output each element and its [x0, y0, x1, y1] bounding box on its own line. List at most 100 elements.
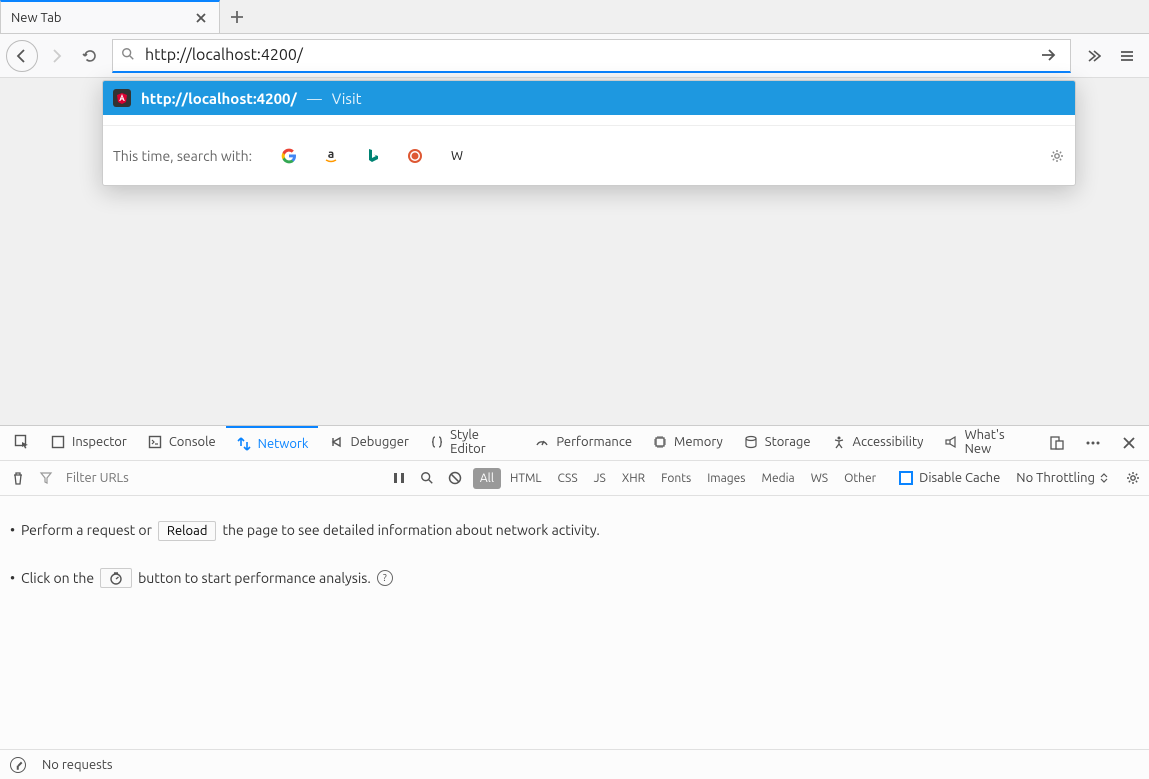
- type-filter-media[interactable]: Media: [755, 468, 802, 489]
- back-button[interactable]: [6, 40, 38, 72]
- svg-text:a: a: [328, 148, 335, 161]
- search-engines-row: This time, search with: a W: [103, 125, 1075, 185]
- tab-label: Inspector: [72, 435, 127, 449]
- type-filter-fonts[interactable]: Fonts: [654, 468, 698, 489]
- accessibility-icon: [831, 434, 847, 450]
- network-settings-button[interactable]: [1123, 468, 1143, 488]
- empty-text-2b: button to start performance analysis.: [138, 562, 371, 596]
- type-filter-other[interactable]: Other: [837, 468, 883, 489]
- filter-icon: [38, 470, 54, 486]
- tab-title: New Tab: [11, 11, 193, 25]
- requests-count: No requests: [42, 758, 113, 772]
- inspector-icon: [50, 434, 66, 450]
- performance-icon: [534, 434, 550, 450]
- sort-icon: [1099, 473, 1109, 483]
- type-filter-all[interactable]: All: [473, 468, 501, 489]
- whats-new-icon: [943, 434, 958, 450]
- url-input[interactable]: [145, 46, 1034, 64]
- devtools-tab-bar: Inspector Console Network Debugger Style…: [0, 426, 1149, 461]
- throttling-label: No Throttling: [1016, 471, 1095, 485]
- help-icon[interactable]: ?: [377, 570, 393, 586]
- tab-accessibility[interactable]: Accessibility: [821, 426, 934, 461]
- stopwatch-icon[interactable]: [10, 757, 26, 773]
- devtools-more-button[interactable]: [1077, 427, 1109, 459]
- devtools-close-button[interactable]: [1113, 427, 1145, 459]
- close-tab-button[interactable]: [193, 10, 209, 26]
- url-bar[interactable]: [112, 39, 1071, 73]
- checkbox-icon: [899, 471, 913, 485]
- tab-label: Console: [169, 435, 216, 449]
- new-tab-button[interactable]: [220, 0, 254, 33]
- type-filter-js[interactable]: JS: [587, 468, 613, 489]
- url-suggestion-item[interactable]: http://localhost:4200/ — Visit: [103, 81, 1075, 115]
- type-filter-images[interactable]: Images: [700, 468, 752, 489]
- tab-label: Performance: [556, 435, 632, 449]
- bing-icon[interactable]: [364, 147, 382, 165]
- suggestion-action: Visit: [332, 90, 362, 107]
- devtools-panel: Inspector Console Network Debugger Style…: [0, 425, 1149, 779]
- tab-label: Storage: [765, 435, 811, 449]
- suggestion-url: http://localhost:4200/: [141, 90, 297, 107]
- tab-memory[interactable]: Memory: [642, 426, 733, 461]
- search-settings-button[interactable]: [1049, 148, 1065, 164]
- disable-cache-toggle[interactable]: Disable Cache: [899, 471, 1000, 485]
- tab-network[interactable]: Network: [226, 426, 319, 461]
- tab-console[interactable]: Console: [137, 426, 226, 461]
- network-icon: [236, 436, 252, 452]
- network-filter-bar: AllHTMLCSSJSXHRFontsImagesMediaWSOther D…: [0, 461, 1149, 496]
- navigation-toolbar: [0, 34, 1149, 78]
- google-icon[interactable]: [280, 147, 298, 165]
- filter-urls-input[interactable]: [62, 467, 342, 489]
- url-suggestions-dropdown: http://localhost:4200/ — Visit This time…: [102, 80, 1076, 186]
- clear-button[interactable]: [6, 466, 30, 490]
- overflow-button[interactable]: [1077, 40, 1109, 72]
- tab-debugger[interactable]: Debugger: [318, 426, 418, 461]
- disable-cache-label: Disable Cache: [919, 471, 1000, 485]
- tab-label: Style Editor: [450, 428, 514, 456]
- tab-whats-new[interactable]: What's New: [933, 426, 1041, 461]
- go-button[interactable]: [1034, 41, 1062, 69]
- type-filter-ws[interactable]: WS: [804, 468, 835, 489]
- type-filter-xhr[interactable]: XHR: [615, 468, 652, 489]
- memory-icon: [652, 434, 668, 450]
- type-filter-group: AllHTMLCSSJSXHRFontsImagesMediaWSOther: [473, 468, 883, 489]
- tab-label: Network: [258, 437, 309, 451]
- performance-analysis-button[interactable]: [100, 568, 132, 588]
- empty-text-1a: Perform a request or: [21, 514, 152, 548]
- tab-label: Memory: [674, 435, 723, 449]
- tab-style-editor[interactable]: Style Editor: [419, 426, 525, 461]
- network-status-bar: No requests: [0, 749, 1149, 779]
- search-button[interactable]: [417, 468, 437, 488]
- type-filter-html[interactable]: HTML: [503, 468, 549, 489]
- menu-button[interactable]: [1111, 40, 1143, 72]
- duckduckgo-icon[interactable]: [406, 147, 424, 165]
- empty-text-1b: the page to see detailed information abo…: [222, 514, 599, 548]
- reload-button[interactable]: [74, 40, 106, 72]
- reload-inline-button[interactable]: Reload: [158, 521, 217, 541]
- inspect-element-icon: [14, 434, 30, 450]
- suggestion-dash: —: [307, 90, 322, 107]
- bullet-icon: •: [10, 514, 15, 548]
- wikipedia-icon[interactable]: W: [448, 147, 466, 165]
- browser-tab[interactable]: New Tab: [0, 0, 220, 33]
- style-editor-icon: [429, 434, 444, 450]
- tab-performance[interactable]: Performance: [524, 426, 642, 461]
- console-icon: [147, 434, 163, 450]
- forward-button[interactable]: [40, 40, 72, 72]
- throttling-select[interactable]: No Throttling: [1016, 471, 1109, 485]
- debugger-icon: [328, 434, 344, 450]
- tab-storage[interactable]: Storage: [733, 426, 821, 461]
- storage-icon: [743, 434, 759, 450]
- block-button[interactable]: [445, 468, 465, 488]
- search-with-label: This time, search with:: [113, 148, 252, 164]
- devtools-pick-element[interactable]: [4, 426, 40, 461]
- tab-inspector[interactable]: Inspector: [40, 426, 137, 461]
- pause-button[interactable]: [389, 468, 409, 488]
- angular-icon: [113, 89, 131, 107]
- type-filter-css[interactable]: CSS: [551, 468, 585, 489]
- svg-text:W: W: [451, 149, 463, 163]
- amazon-icon[interactable]: a: [322, 147, 340, 165]
- responsive-design-button[interactable]: [1041, 427, 1073, 459]
- search-icon: [121, 47, 137, 63]
- bullet-icon: •: [10, 562, 15, 596]
